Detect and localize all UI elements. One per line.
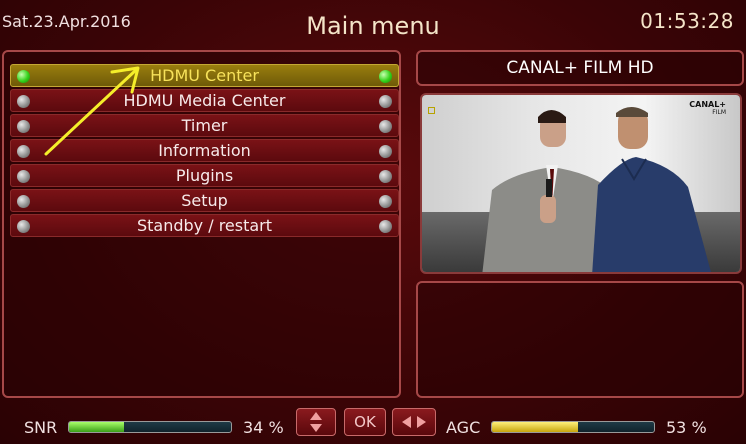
agc-meter-fill (492, 422, 578, 432)
info-panel (416, 281, 744, 398)
menu-item-label: Setup (181, 191, 228, 210)
left-right-button[interactable] (392, 408, 436, 436)
up-down-arrows-icon (310, 412, 322, 432)
channel-name: CANAL+ FILM HD (506, 58, 654, 78)
status-led-icon (17, 120, 30, 133)
status-led-icon (17, 145, 30, 158)
channel-name-panel: CANAL+ FILM HD (416, 50, 744, 86)
status-led-icon (379, 120, 392, 133)
ok-button-label: OK (354, 413, 376, 431)
preview-people-image (482, 107, 711, 272)
menu-item-label: Information (158, 141, 251, 160)
menu-item-label: HDMU Center (150, 66, 259, 85)
status-led-icon (379, 220, 392, 233)
status-led-icon (379, 170, 392, 183)
page-title: Main menu (306, 12, 440, 40)
snr-label: SNR (24, 418, 58, 437)
left-right-arrows-icon (402, 416, 426, 428)
snr-meter-fill (69, 422, 125, 432)
menu-item-plugins[interactable]: Plugins (10, 164, 399, 187)
up-down-button[interactable] (296, 408, 336, 436)
status-led-icon (17, 170, 30, 183)
agc-label: AGC (446, 418, 481, 437)
status-led-icon (17, 195, 30, 208)
menu-item-label: Standby / restart (136, 216, 273, 235)
clock-label: 01:53:28 (640, 9, 734, 33)
agc-meter (491, 421, 655, 433)
tv-preview: CANAL+ FILM (420, 93, 742, 274)
agc-value: 53 % (666, 418, 707, 437)
header: Sat.23.Apr.2016 Main menu 01:53:28 (0, 0, 746, 44)
snr-value: 34 % (243, 418, 284, 437)
status-led-icon (17, 95, 30, 108)
menu-item-label: Timer (181, 116, 228, 135)
annotation-arrow-icon (44, 66, 140, 156)
menu-item-setup[interactable]: Setup (10, 189, 399, 212)
preview-scene: CANAL+ FILM (422, 95, 740, 272)
status-led-icon (379, 95, 392, 108)
menu-item-standby-restart[interactable]: Standby / restart (10, 214, 399, 237)
status-led-icon (379, 70, 392, 83)
status-led-icon (17, 220, 30, 233)
signal-bar: SNR 34 % OK AGC 53 % (0, 404, 746, 444)
status-led-icon (379, 195, 392, 208)
snr-meter (68, 421, 232, 433)
ok-button[interactable]: OK (344, 408, 386, 436)
menu-item-label: Plugins (175, 166, 234, 185)
status-led-icon (379, 145, 392, 158)
status-led-icon (17, 70, 30, 83)
